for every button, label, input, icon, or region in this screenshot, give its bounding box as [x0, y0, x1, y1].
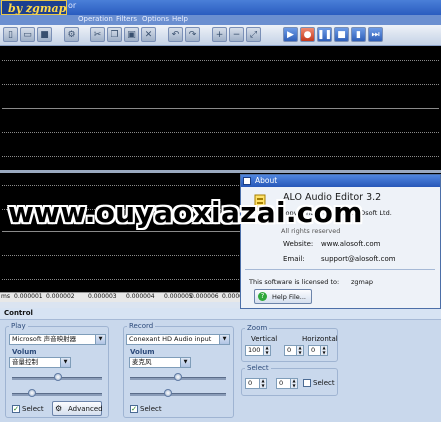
app-logo: by zgmap — [1, 0, 67, 15]
spinner-arrows-icon[interactable]: ▲ ▼ — [263, 345, 270, 355]
watermark-text: www.ouyaoxiazai.com — [8, 196, 363, 229]
save-icon[interactable]: ■ — [37, 27, 52, 42]
play-select-label: Select — [22, 405, 44, 413]
record-balance-track — [130, 393, 226, 396]
app-icon — [243, 177, 251, 185]
end-icon[interactable]: ⏭ — [368, 27, 383, 42]
about-divider — [245, 269, 435, 270]
ruler-tick: 0.000002 — [46, 293, 75, 300]
zoom-vertical-spinner[interactable]: 100 ▲ ▼ — [245, 345, 271, 356]
pause-icon[interactable]: ❚❚ — [317, 27, 332, 42]
record-select-label: Select — [140, 405, 162, 413]
select-end-spinner[interactable]: 0 ▲ ▼ — [276, 378, 298, 389]
zoom-label: Zoom — [245, 324, 270, 332]
waveform-channel-left[interactable] — [0, 46, 441, 170]
record-group: Record Conexant HD Audio input ▼ Volum 麦克… — [123, 322, 234, 418]
play-volume-slider[interactable] — [54, 373, 62, 381]
window-title: or — [68, 1, 77, 10]
menu-bar: Operation Filters Options Help — [0, 15, 441, 25]
copy-icon[interactable]: ❐ — [107, 27, 122, 42]
delete-icon[interactable]: ✕ — [141, 27, 156, 42]
menu-filters[interactable]: Filters — [116, 15, 137, 23]
open-icon[interactable]: ▭ — [20, 27, 35, 42]
spinner-arrows-icon[interactable]: ▲ ▼ — [320, 345, 327, 355]
chevron-down-icon: ▼ — [219, 335, 229, 344]
about-licensee: zgmap — [351, 278, 373, 286]
spinner-arrows-icon[interactable]: ▲ ▼ — [290, 378, 297, 388]
select-checkbox-label: Select — [313, 379, 335, 387]
record-balance-slider[interactable] — [164, 389, 172, 397]
ruler-tick: 0.000001 — [14, 293, 43, 300]
zoom-horizontal-spinner-2[interactable]: 0 ▲ ▼ — [308, 345, 328, 356]
advanced-icon: ⚙ — [55, 404, 63, 413]
toolbar: ▯ ▭ ■ ⚙ ✂ ❐ ▣ ✕ ↶ ↷ + − ⤢ ▶ ● ❚❚ ■ ▮ ⏭ — [0, 25, 441, 46]
new-icon[interactable]: ▯ — [3, 27, 18, 42]
loop-icon[interactable]: ▮ — [351, 27, 366, 42]
select-checkbox[interactable] — [303, 379, 311, 387]
about-license-text: This software is licensed to: — [249, 278, 340, 286]
ruler-tick: 0.000006 — [190, 293, 219, 300]
play-icon[interactable]: ▶ — [283, 27, 298, 42]
select-label: Select — [245, 364, 271, 372]
play-label: Play — [9, 322, 28, 330]
chevron-down-icon: ▼ — [60, 358, 70, 367]
record-volume-slider[interactable] — [174, 373, 182, 381]
ruler-unit: ms — [1, 293, 10, 300]
select-group: Select 0 ▲ ▼ 0 ▲ ▼ Select — [241, 364, 338, 396]
play-group: Play Microsoft 声音映射器 ▼ Volum 音量控制 ▼ ✓ Sele… — [5, 322, 109, 418]
menu-options[interactable]: Options — [142, 15, 169, 23]
zoom-fit-icon[interactable]: ⤢ — [246, 27, 261, 42]
zoom-group: Zoom Vertical Horizontal 100 ▲ ▼ 0 ▲ ▼ 0 ▲ ▼ — [241, 324, 338, 362]
chevron-down-icon: ▼ — [95, 335, 105, 344]
zoom-out-icon[interactable]: − — [229, 27, 244, 42]
record-icon[interactable]: ● — [300, 27, 315, 42]
undo-icon[interactable]: ↶ — [168, 27, 183, 42]
record-select-checkbox[interactable]: ✓ — [130, 405, 138, 413]
play-balance-track — [12, 393, 102, 396]
record-mixer-select[interactable]: 麦克风 ▼ — [129, 357, 191, 368]
zoom-horizontal-spinner-1[interactable]: 0 ▲ ▼ — [284, 345, 304, 356]
chevron-down-icon: ▼ — [180, 358, 190, 367]
play-balance-slider[interactable] — [28, 389, 36, 397]
play-device-select[interactable]: Microsoft 声音映射器 ▼ — [9, 334, 106, 345]
control-header: Control — [0, 308, 441, 320]
menu-operation[interactable]: Operation — [78, 15, 113, 23]
play-volume-label: Volum — [12, 348, 37, 356]
help-icon: ? — [258, 292, 267, 301]
select-start-spinner[interactable]: 0 ▲ ▼ — [245, 378, 267, 389]
about-email-link[interactable]: support@alosoft.com — [321, 255, 396, 263]
settings-icon[interactable]: ⚙ — [64, 27, 79, 42]
about-dialog: About ALO Audio Editor 3.2 Copyright 200… — [240, 174, 441, 309]
cut-icon[interactable]: ✂ — [90, 27, 105, 42]
stop-icon[interactable]: ■ — [334, 27, 349, 42]
ruler-tick: 0.000004 — [126, 293, 155, 300]
about-website-label: Website: — [283, 240, 314, 248]
about-email-label: Email: — [283, 255, 305, 263]
help-file-button[interactable]: ? Help File... — [254, 289, 312, 304]
menu-help[interactable]: Help — [172, 15, 188, 23]
redo-icon[interactable]: ↷ — [185, 27, 200, 42]
record-volume-label: Volum — [130, 348, 155, 356]
zoom-horizontal-label: Horizontal — [302, 335, 338, 343]
play-select-checkbox[interactable]: ✓ — [12, 405, 20, 413]
ruler-tick: 0.000005 — [164, 293, 193, 300]
spinner-arrows-icon[interactable]: ▲ ▼ — [259, 378, 266, 388]
zoom-in-icon[interactable]: + — [212, 27, 227, 42]
about-title-bar: About — [241, 175, 440, 187]
advanced-button[interactable]: ⚙ Advanced — [52, 401, 103, 416]
record-label: Record — [127, 322, 156, 330]
zoom-vertical-label: Vertical — [251, 335, 278, 343]
title-bar: by zgmap or — [0, 0, 441, 15]
about-website-link[interactable]: www.alosoft.com — [321, 240, 380, 248]
spinner-arrows-icon[interactable]: ▲ ▼ — [296, 345, 303, 355]
record-device-select[interactable]: Conexant HD Audio input ▼ — [126, 334, 230, 345]
paste-icon[interactable]: ▣ — [124, 27, 139, 42]
play-mixer-select[interactable]: 音量控制 ▼ — [9, 357, 71, 368]
ruler-tick: 0.000003 — [88, 293, 117, 300]
